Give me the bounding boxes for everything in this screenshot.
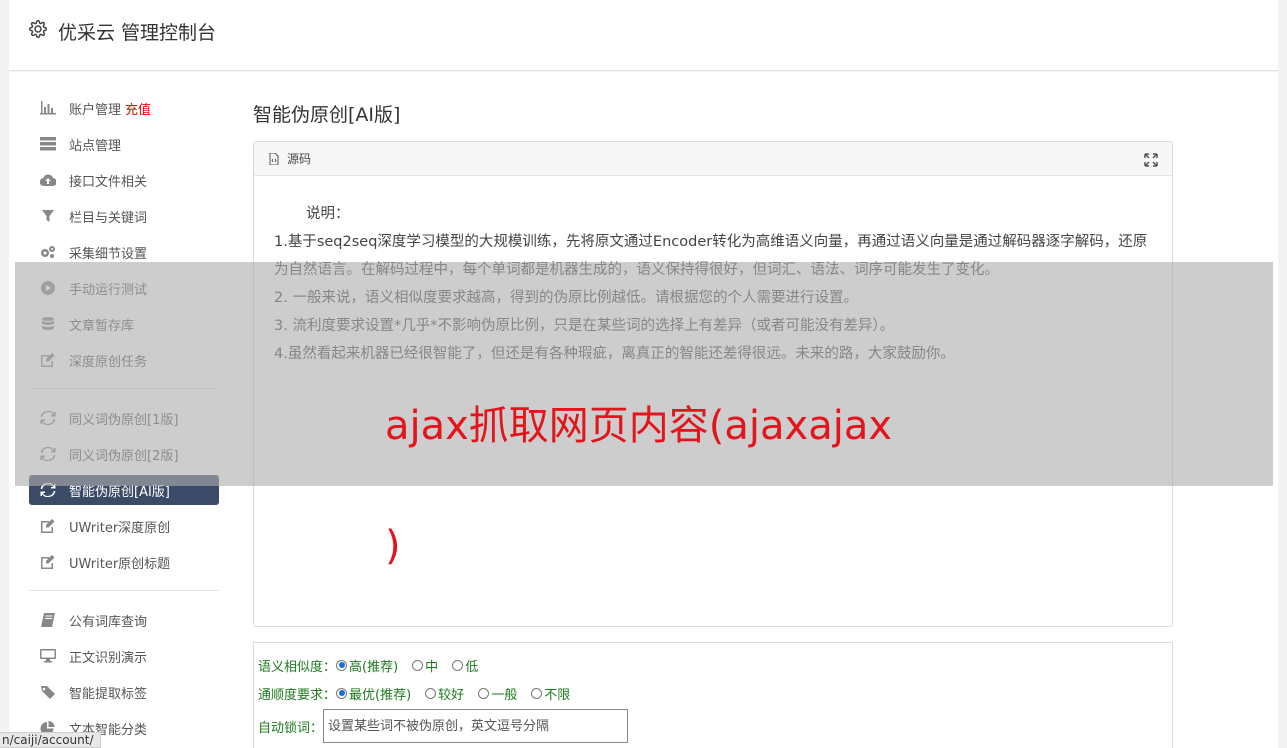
radio-dot[interactable] (412, 659, 424, 671)
book-icon (39, 613, 57, 627)
similarity-high-radio[interactable]: 高(推荐) (336, 656, 398, 675)
play-icon (39, 281, 57, 295)
radio-label: 一般 (491, 687, 518, 703)
sidebar-item-account[interactable]: 账户管理 充值 (29, 90, 219, 126)
refresh-icon (39, 411, 57, 425)
sidebar-item-article-store[interactable]: 文章暂存库 (29, 306, 219, 342)
sidebar-item-manual-test[interactable]: 手动运行测试 (29, 270, 219, 306)
radio-label: 低 (465, 659, 479, 675)
file-code-icon (269, 152, 279, 165)
sidebar-item-label: 同义词伪原创[2版] (69, 448, 179, 464)
monitor-icon (39, 649, 57, 663)
sidebar: 账户管理 充值 站点管理 接口文件相关 栏目与关键词 采集细节设置 手动运行测试… (29, 90, 219, 746)
sidebar-item-public-dictionary[interactable]: 公有词库查询 (29, 602, 219, 638)
sidebar-item-label: 接口文件相关 (69, 174, 148, 190)
sidebar-item-label: UWriter原创标题 (69, 556, 171, 572)
intro-text: 说明： (306, 206, 350, 222)
sidebar-item-ai-rewrite[interactable]: 智能伪原创[AI版] (29, 475, 219, 505)
sidebar-item-label: 同义词伪原创[1版] (69, 412, 179, 428)
fluency-good-radio[interactable]: 较好 (425, 684, 464, 703)
panel-body: 说明： 1.基于seq2seq深度学习模型的大规模训练，先将原文通过Encode… (254, 176, 1172, 368)
radio-dot[interactable] (336, 687, 348, 699)
edit-icon (39, 353, 57, 367)
sidebar-item-label: 采集细节设置 (69, 246, 148, 262)
radio-label: 最优(推荐) (349, 687, 412, 703)
app-title: 优采云 管理控制台 (58, 22, 217, 44)
fluency-best-radio[interactable]: 最优(推荐) (336, 684, 411, 703)
database-icon (39, 317, 57, 331)
radio-label: 中 (425, 659, 439, 675)
refresh-icon (39, 483, 57, 497)
sidebar-item-label: 深度原创任务 (69, 354, 148, 370)
main-panel: 智能伪原创[AI版] 源码 说明： 1.基于seq2seq深度学习模型的大规模训… (253, 100, 1173, 627)
fluency-normal-radio[interactable]: 一般 (478, 684, 517, 703)
similarity-row: 语义相似度： 高(推荐) 中 低 (258, 651, 1168, 679)
content-area: 账户管理 充值 站点管理 接口文件相关 栏目与关键词 采集细节设置 手动运行测试… (9, 72, 1278, 748)
sidebar-item-collect-settings[interactable]: 采集细节设置 (29, 234, 219, 270)
panel-title: 源码 (287, 152, 312, 166)
description-line: 1.基于seq2seq深度学习模型的大规模训练，先将原文通过Encoder转化为… (274, 234, 1148, 278)
sidebar-item-label: 智能伪原创[AI版] (69, 484, 170, 500)
sidebar-item-label: 正文识别演示 (69, 650, 148, 666)
sidebar-item-text-recognition[interactable]: 正文识别演示 (29, 638, 219, 674)
sidebar-item-label: 栏目与关键词 (69, 210, 148, 226)
sidebar-divider (29, 388, 219, 389)
sidebar-item-synonym-v1[interactable]: 同义词伪原创[1版] (29, 400, 219, 436)
refresh-icon (39, 447, 57, 461)
radio-label: 高(推荐) (349, 659, 399, 675)
expand-icon[interactable] (1144, 153, 1158, 167)
cloud-upload-icon (39, 173, 57, 187)
edit-icon (39, 555, 57, 569)
fluency-label: 通顺度要求： (258, 687, 337, 703)
sidebar-item-deep-original[interactable]: 深度原创任务 (29, 342, 219, 378)
bar-chart-icon (39, 101, 57, 115)
radio-dot[interactable] (478, 687, 490, 699)
sidebar-item-label: 公有词库查询 (69, 614, 148, 630)
sidebar-item-label: 智能提取标签 (69, 686, 148, 702)
similarity-low-radio[interactable]: 低 (452, 656, 478, 675)
radio-dot[interactable] (425, 687, 437, 699)
header-bar: 优采云 管理控制台 (9, 0, 1278, 71)
description-line: 4.虽然看起来机器已经很智能了，但还是有各种瑕疵，离真正的智能还差得很远。未来的… (274, 346, 955, 362)
page-title: 智能伪原创[AI版] (253, 104, 401, 126)
lock-words-input[interactable] (323, 709, 629, 743)
panel-header: 源码 (254, 142, 1172, 176)
gear-icon (29, 20, 47, 38)
sidebar-item-label: 账户管理 (69, 102, 122, 118)
lock-words-label: 自动锁词： (258, 720, 324, 736)
radio-label: 不限 (544, 687, 571, 703)
radio-dot[interactable] (336, 659, 348, 671)
sidebar-item-label: UWriter深度原创 (69, 520, 171, 536)
sidebar-item-uwriter-title[interactable]: UWriter原创标题 (29, 544, 219, 580)
sidebar-item-tag-extraction[interactable]: 智能提取标签 (29, 674, 219, 710)
gears-icon (39, 245, 57, 259)
radio-label: 较好 (438, 687, 465, 703)
sidebar-divider (29, 590, 219, 591)
filter-icon (39, 209, 57, 223)
tag-icon (39, 685, 57, 699)
fluency-any-radio[interactable]: 不限 (531, 684, 570, 703)
radio-dot[interactable] (452, 659, 464, 671)
radio-dot[interactable] (531, 687, 543, 699)
sidebar-item-sites[interactable]: 站点管理 (29, 126, 219, 162)
source-panel: 源码 说明： 1.基于seq2seq深度学习模型的大规模训练，先将原文通过Enc… (253, 141, 1173, 627)
sidebar-item-synonym-v2[interactable]: 同义词伪原创[2版] (29, 436, 219, 472)
status-bar-url: n/caiji/account/ (0, 732, 101, 748)
description-line: 2. 一般来说，语义相似度要求越高，得到的伪原比例越低。请根据您的个人需要进行设… (274, 290, 858, 306)
description-line: 3. 流利度要求设置*几乎*不影响伪原比例，只是在某些词的选择上有差异（或者可能… (274, 318, 895, 334)
sidebar-item-label: 站点管理 (69, 138, 122, 154)
similarity-medium-radio[interactable]: 中 (412, 656, 438, 675)
server-icon (39, 137, 57, 151)
edit-icon (39, 519, 57, 533)
sidebar-item-columns-keywords[interactable]: 栏目与关键词 (29, 198, 219, 234)
similarity-label: 语义相似度： (258, 659, 337, 675)
sidebar-item-uwriter-deep[interactable]: UWriter深度原创 (29, 508, 219, 544)
lock-words-row: 自动锁词： (258, 707, 1168, 745)
sidebar-item-label: 手动运行测试 (69, 282, 148, 298)
settings-form: 语义相似度： 高(推荐) 中 低 通顺度要求： 最优(推荐) 较好 一般 不限 … (253, 642, 1173, 748)
sidebar-item-interface-files[interactable]: 接口文件相关 (29, 162, 219, 198)
recharge-link[interactable]: 充值 (125, 99, 151, 118)
sidebar-item-label: 文章暂存库 (69, 318, 135, 334)
fluency-row: 通顺度要求： 最优(推荐) 较好 一般 不限 (258, 679, 1168, 707)
